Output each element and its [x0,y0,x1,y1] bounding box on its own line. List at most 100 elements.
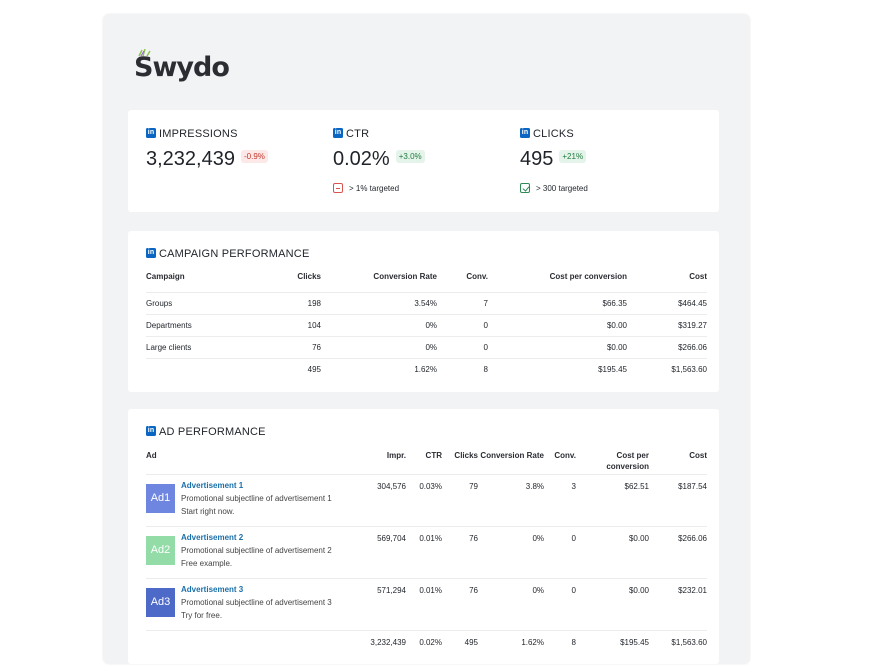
linkedin-icon: in [333,128,343,139]
delta-badge: -0.9% [240,150,268,164]
linkedin-icon: in [146,248,156,259]
target-text: > 1% targeted [349,183,400,193]
ad-table: Ad Impr. CTR Clicks Conversion Rate Conv… [146,448,707,652]
table-cell: 3.8% [478,473,544,526]
table-cell: $232.01 [649,577,707,630]
target-fail-icon [333,183,343,193]
table-cell: $62.51 [576,473,649,526]
table-cell: 495 [442,629,478,652]
column-header: Conv. [466,272,488,281]
table-cell: Groups [146,291,251,314]
column-header: Cost per conversion [606,451,649,471]
column-header: Conversion Rate [480,451,544,460]
table-cell: 0 [544,525,576,578]
ad-title-link[interactable]: Advertisement 3 [181,583,332,596]
table-cell: 76 [442,577,478,630]
table-cell: 0.01% [406,577,442,630]
table-cell: $195.45 [488,357,627,380]
table-row: Departments 104 0% 0 $0.00 $319.27 [146,313,707,336]
ad-text-line: Promotional subjectline of advertisement… [181,545,332,555]
table-cell: 198 [251,291,321,314]
logo-sparkle-icon [138,49,151,57]
ad-thumbnail: Ad2 [146,535,175,565]
target-indicator: > 1% targeted [333,183,399,193]
table-row: Groups 198 3.54% 7 $66.35 $464.45 [146,291,707,314]
card-title: CAMPAIGN PERFORMANCE [159,248,310,260]
column-header: Conversion Rate [373,272,437,281]
ad-performance-card: in AD PERFORMANCE Ad Impr. CTR Clicks Con… [128,409,719,664]
table-cell: 104 [251,313,321,336]
table-cell: 8 [544,629,576,652]
table-cell: 0.02% [406,629,442,652]
column-header: Cost per conversion [549,272,627,281]
table-cell: $0.00 [576,577,649,630]
report-page: Swydo in IMPRESSIONS 3,232,439 -0.9% in CTR… [103,14,750,664]
table-cell: $187.54 [649,473,707,526]
table-cell: 0% [321,335,437,358]
table-cell: 0.03% [406,473,442,526]
table-cell: Large clients [146,335,251,358]
table-cell [146,357,251,380]
table-cell: $464.45 [627,291,707,314]
ad-title-link[interactable]: Advertisement 2 [181,531,332,544]
table-cell: 1.62% [321,357,437,380]
ad-title-link[interactable]: Advertisement 1 [181,479,332,492]
table-cell: $0.00 [488,313,627,336]
kpi-label: CLICKS [533,128,574,140]
column-header: Conv. [554,451,576,460]
linkedin-icon: in [520,128,530,139]
table-cell: $66.35 [488,291,627,314]
table-cell: $0.00 [488,335,627,358]
table-cell: 0% [321,313,437,336]
table-cell: 3,232,439 [365,629,406,652]
card-title: AD PERFORMANCE [159,426,266,438]
column-header: Cost [689,451,707,460]
table-cell: 0 [544,577,576,630]
table-cell: 304,576 [365,473,406,526]
ad-thumbnail: Ad3 [146,587,175,617]
table-cell: 76 [251,335,321,358]
ad-text-line: Promotional subjectline of advertisement… [181,597,332,607]
swydo-logo: Swydo [134,49,230,83]
table-cell: $266.06 [649,525,707,578]
campaign-table: Campaign Clicks Conversion Rate Conv. Co… [146,270,707,380]
table-row: Large clients 76 0% 0 $0.00 $266.06 [146,335,707,358]
table-row: Ad1 Advertisement 1 Promotional subjectl… [146,473,707,526]
table-cell: 3.54% [321,291,437,314]
table-row: Ad2 Advertisement 2 Promotional subjectl… [146,525,707,578]
table-total-row: 495 1.62% 8 $195.45 $1,563.60 [146,357,707,380]
table-cell: 76 [442,525,478,578]
table-cell: 1.62% [478,629,544,652]
delta-badge: +21% [559,150,587,164]
table-header-row: Campaign Clicks Conversion Rate Conv. Co… [146,270,707,292]
column-header: Clicks [297,272,321,281]
table-cell: $0.00 [576,525,649,578]
ad-text-line: Free example. [181,558,233,568]
linkedin-icon: in [146,426,156,437]
ad-text-line: Start right now. [181,506,235,516]
table-cell: 571,294 [365,577,406,630]
kpi-card: in IMPRESSIONS 3,232,439 -0.9% in CTR 0.02%… [128,110,719,212]
table-row: Ad3 Advertisement 3 Promotional subjectl… [146,577,707,630]
linkedin-icon: in [146,128,156,139]
table-cell: 495 [251,357,321,380]
ad-text-line: Try for free. [181,610,223,620]
table-cell: $1,563.60 [649,629,707,652]
target-indicator: > 300 targeted [520,183,588,193]
table-cell: 0% [478,525,544,578]
kpi-value: 3,232,439 [146,148,235,170]
table-cell: 3 [544,473,576,526]
column-header: Campaign [146,272,185,281]
table-cell: $266.06 [627,335,707,358]
table-cell: $319.27 [627,313,707,336]
kpi-value: 495 [520,148,554,170]
delta-badge: +3.0% [395,150,425,164]
table-cell: $195.45 [576,629,649,652]
target-text: > 300 targeted [536,183,588,193]
table-cell: 0% [478,577,544,630]
ad-text-line: Promotional subjectline of advertisement… [181,493,332,503]
kpi-label: IMPRESSIONS [159,128,238,140]
column-header: CTR [425,451,442,460]
table-header-row: Ad Impr. CTR Clicks Conversion Rate Conv… [146,448,707,474]
kpi-value: 0.02% [333,148,390,170]
